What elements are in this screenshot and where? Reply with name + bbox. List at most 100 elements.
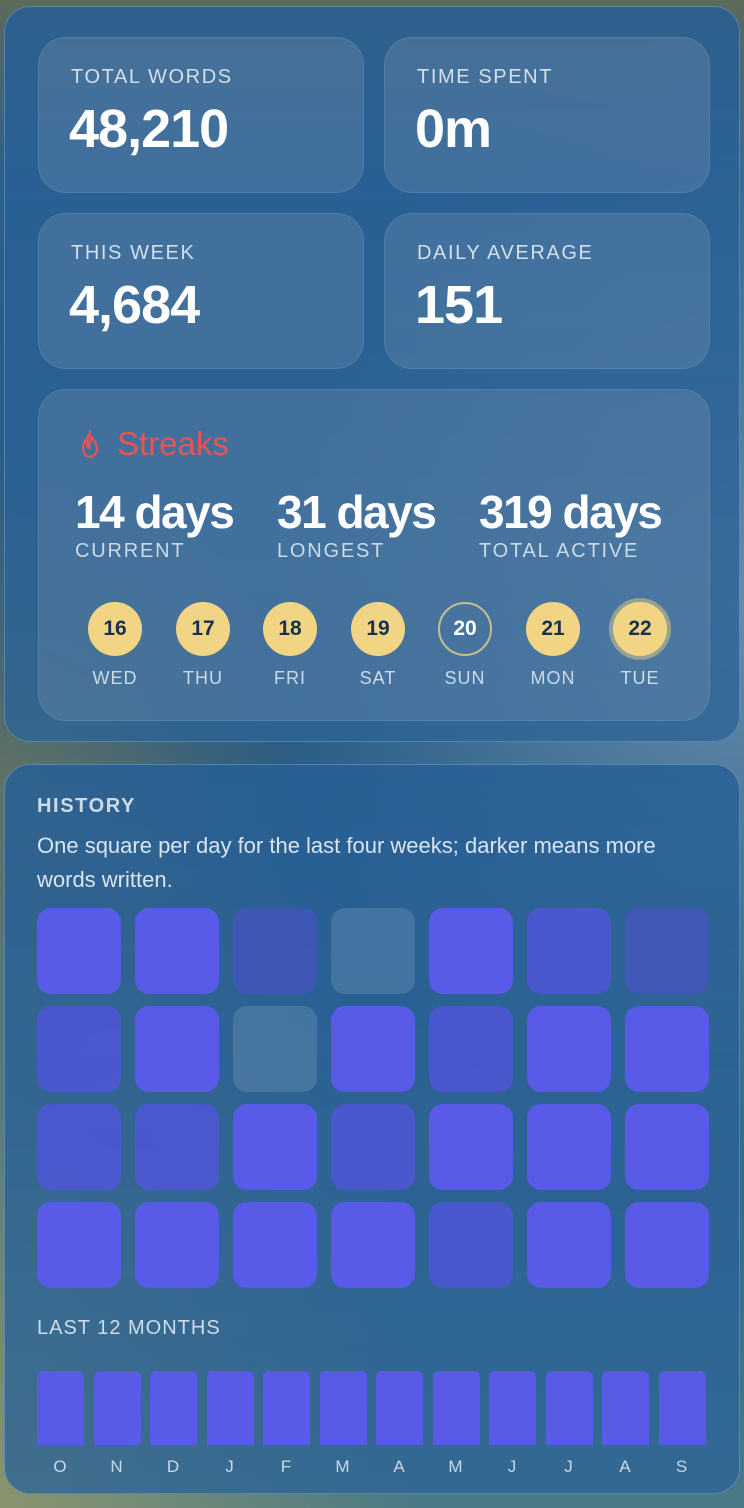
history-description: One square per day for the last four wee… — [37, 833, 656, 892]
history-day-square — [527, 1202, 611, 1288]
streak-total-value: 319 days — [479, 486, 663, 538]
history-day-square — [429, 1104, 513, 1190]
month-bar — [602, 1371, 649, 1445]
streak-longest-label: LONGEST — [277, 540, 386, 562]
month-label: J — [225, 1457, 235, 1476]
month-column: N — [93, 1371, 141, 1477]
history-day-square — [429, 908, 513, 994]
history-day-square — [625, 908, 709, 994]
month-label: N — [110, 1457, 124, 1476]
month-label: A — [619, 1457, 632, 1476]
day-name: WED — [92, 668, 138, 688]
month-column: A — [602, 1371, 649, 1477]
history-day-square — [429, 1006, 513, 1092]
stat-value: 4,684 — [69, 275, 200, 335]
streaks-card: Streaks 14 days CURRENT 31 days LONGEST … — [38, 389, 710, 721]
history-day-square — [135, 1104, 219, 1190]
week-day-row: 16 WED 17 THU 18 FRI 19 SAT 20 SUN 21 MO… — [85, 602, 697, 694]
day-circle: 19 — [351, 602, 405, 656]
day-circle: 16 — [88, 602, 142, 656]
stats-panel: TOTAL WORDS 48,210 TIME SPENT 0m THIS WE… — [4, 6, 740, 742]
history-day-square — [135, 1202, 219, 1288]
month-bar — [658, 1371, 706, 1445]
month-label: J — [507, 1457, 518, 1476]
day-name: SAT — [359, 668, 397, 688]
streak-longest-value: 31 days — [277, 486, 437, 538]
month-column: F — [263, 1371, 310, 1477]
streaks-title: Streaks — [117, 425, 229, 462]
history-day-square — [233, 1104, 317, 1190]
stat-card-this-week: THIS WEEK 4,684 — [38, 213, 364, 369]
month-column: J — [206, 1371, 254, 1477]
month-bar — [93, 1371, 141, 1445]
history-day-square — [625, 1104, 709, 1190]
streak-current-label: CURRENT — [75, 540, 186, 562]
month-bar — [319, 1371, 367, 1445]
streak-current: 14 days CURRENT — [75, 486, 235, 563]
history-day-square — [233, 1202, 317, 1288]
day-item: 20 SUN — [435, 602, 495, 689]
month-column: A — [376, 1371, 423, 1477]
history-day-square — [527, 908, 611, 994]
streak-total-active: 319 days TOTAL ACTIVE — [479, 486, 663, 563]
month-label: D — [166, 1457, 181, 1476]
history-heatmap — [37, 908, 711, 1288]
month-label: A — [393, 1457, 406, 1476]
month-bar — [489, 1371, 536, 1445]
month-column: M — [319, 1371, 367, 1477]
month-label: M — [335, 1457, 351, 1476]
day-item: 17 THU — [173, 602, 233, 689]
month-label: M — [448, 1457, 464, 1476]
day-circle: 18 — [263, 602, 317, 656]
month-bar — [545, 1371, 593, 1445]
day-circle: 21 — [526, 602, 580, 656]
month-column: J — [489, 1371, 536, 1477]
history-day-square — [429, 1202, 513, 1288]
history-day-square — [37, 1006, 121, 1092]
stat-value: 0m — [415, 99, 492, 159]
stat-label: TIME SPENT — [417, 66, 554, 88]
stat-label: THIS WEEK — [71, 242, 196, 264]
month-label: S — [675, 1457, 689, 1476]
day-name: TUE — [620, 668, 660, 688]
stat-card-time-spent: TIME SPENT 0m — [384, 37, 710, 193]
history-day-square — [331, 1202, 415, 1288]
month-bar — [37, 1371, 84, 1445]
history-day-square — [233, 1006, 317, 1092]
day-circle: 20 — [438, 602, 492, 656]
streak-total-label: TOTAL ACTIVE — [479, 540, 640, 562]
history-day-square — [331, 1006, 415, 1092]
history-day-square — [527, 1104, 611, 1190]
month-bar — [263, 1371, 310, 1445]
month-bar — [150, 1371, 197, 1445]
stat-value: 48,210 — [69, 99, 229, 159]
day-name: MON — [530, 668, 576, 688]
month-column: D — [150, 1371, 197, 1477]
day-name: THU — [183, 668, 223, 688]
stat-value: 151 — [415, 275, 503, 335]
history-day-square — [37, 1104, 121, 1190]
day-item: 22 TUE — [610, 602, 670, 689]
history-day-square — [625, 1202, 709, 1288]
day-item: 18 FRI — [260, 602, 320, 689]
day-name: FRI — [274, 668, 306, 688]
month-column: S — [658, 1371, 706, 1477]
history-day-square — [135, 908, 219, 994]
streak-longest: 31 days LONGEST — [277, 486, 437, 563]
stat-card-daily-average: DAILY AVERAGE 151 — [384, 213, 710, 369]
months-title: LAST 12 MONTHS — [37, 1317, 221, 1339]
month-column: J — [545, 1371, 593, 1477]
month-label: O — [53, 1457, 68, 1476]
history-day-square — [331, 1104, 415, 1190]
month-bar — [206, 1371, 254, 1445]
month-column: M — [432, 1371, 480, 1477]
month-bar — [432, 1371, 480, 1445]
day-circle: 17 — [176, 602, 230, 656]
months-bar-chart: ONDJFMAMJJAS — [37, 1371, 711, 1477]
month-bar — [376, 1371, 423, 1445]
month-label: F — [280, 1457, 293, 1476]
stat-label: DAILY AVERAGE — [417, 242, 594, 264]
month-label: J — [564, 1457, 574, 1476]
day-item: 21 MON — [523, 602, 583, 689]
history-day-square — [625, 1006, 709, 1092]
